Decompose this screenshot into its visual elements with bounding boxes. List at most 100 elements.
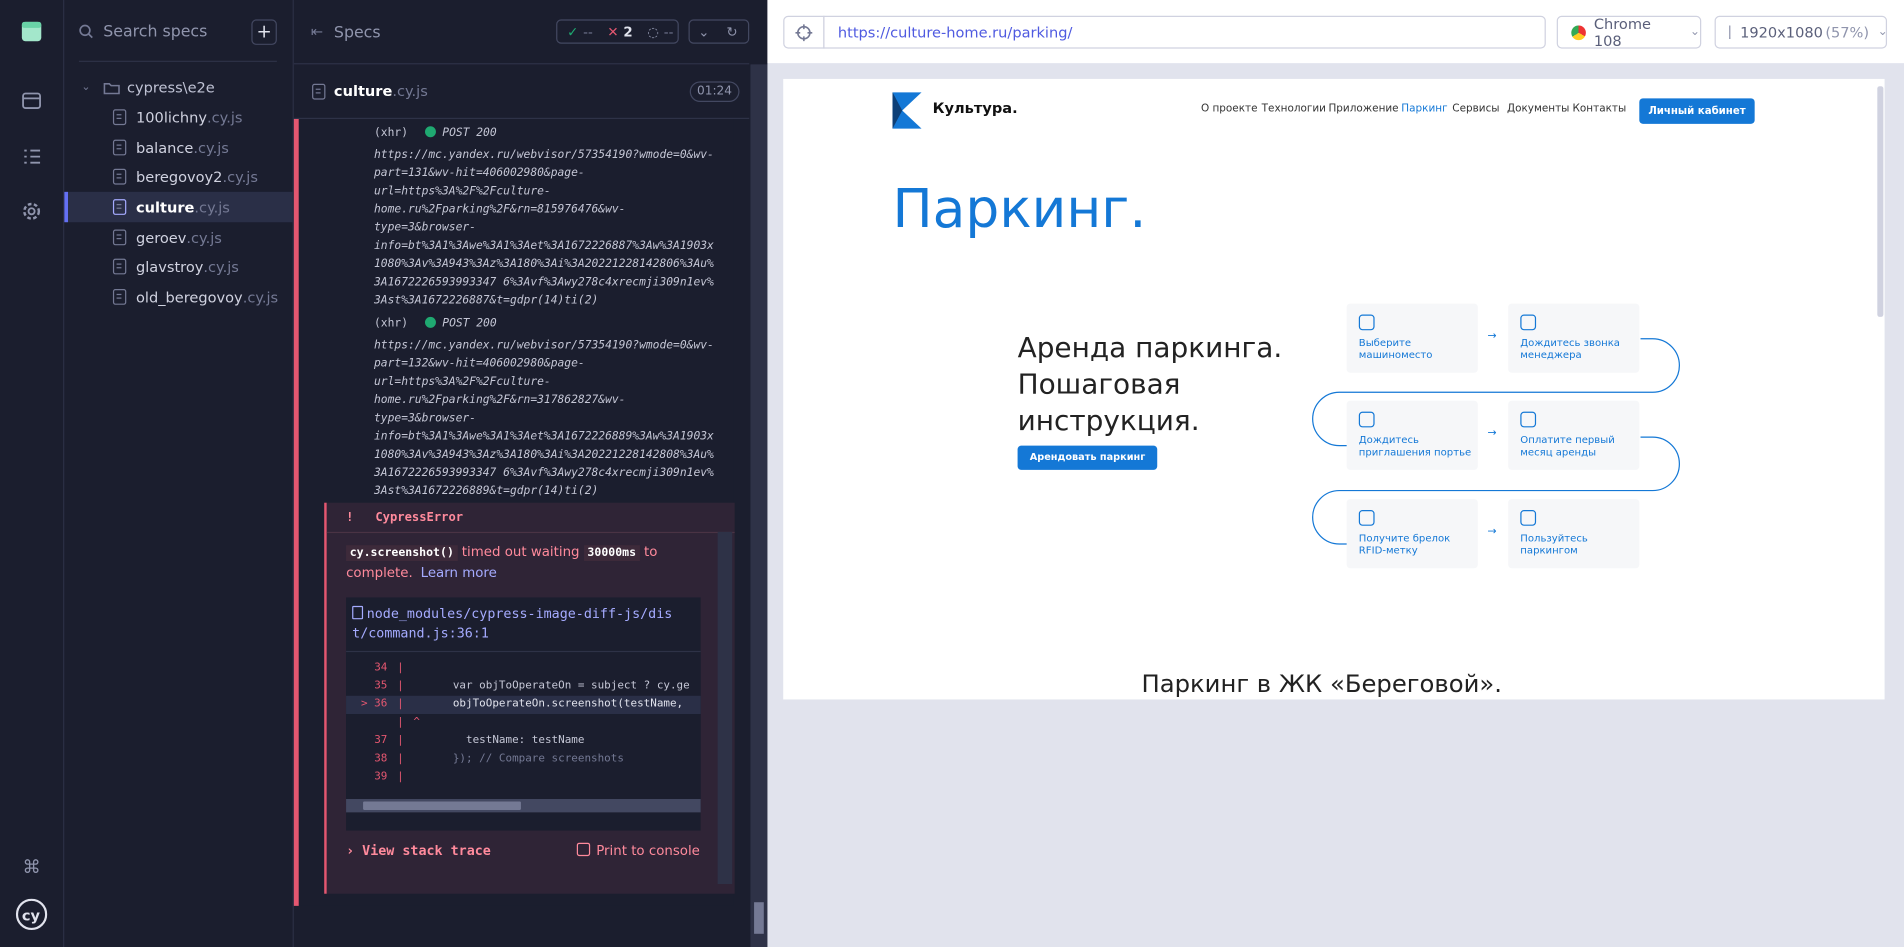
- folder-icon: [103, 82, 120, 94]
- rent-parking-button[interactable]: Арендовать паркинг: [1017, 445, 1158, 486]
- spec-item[interactable]: glavstroy .cy.js: [64, 251, 292, 281]
- spec-item[interactable]: geroev .cy.js: [64, 222, 292, 252]
- kultura-logo-icon: [892, 92, 922, 129]
- file-icon: [112, 139, 127, 156]
- rfid-icon: [1358, 510, 1375, 526]
- browser-selector[interactable]: Chrome 108 ⌄: [1556, 15, 1702, 49]
- chevron-down-icon: ⌄: [1689, 25, 1701, 39]
- step-card: Дождитесь звонка менеджера: [1508, 303, 1640, 373]
- xhr-entry[interactable]: (xhr) POST 200: [374, 316, 497, 330]
- keyboard-shortcuts-icon[interactable]: ⌘: [16, 851, 48, 883]
- restart-icon[interactable]: ↻: [726, 24, 737, 40]
- bell-icon: [1358, 411, 1375, 428]
- error-message: cy.screenshot() timed out waiting 30000m…: [346, 544, 658, 581]
- code-frame: node_modules/cypress-image-diff-js/dis t/…: [346, 597, 701, 831]
- menu-link[interactable]: Сервисы: [1452, 103, 1499, 115]
- search-icon: [79, 24, 93, 39]
- site-logo-text: Культура.: [932, 99, 1018, 117]
- folder-label: cypress\e2e: [126, 78, 215, 96]
- spec-item[interactable]: old_beregovoy .cy.js: [64, 282, 292, 312]
- status-dot-icon: [424, 126, 436, 138]
- step-card: Дождитесь приглашения портье: [1346, 400, 1478, 470]
- running-spec-name: culture.cy.js: [333, 82, 428, 100]
- menu-link[interactable]: О проекте: [1201, 103, 1258, 115]
- search-input[interactable]: Search specs: [103, 22, 207, 40]
- wallet-icon: [1520, 411, 1537, 428]
- file-icon: [112, 168, 127, 185]
- aut-scrollbar[interactable]: [1877, 86, 1884, 317]
- spec-item[interactable]: 100lichny .cy.js: [64, 102, 292, 132]
- svg-text:cy: cy: [22, 907, 41, 924]
- file-icon: [112, 289, 127, 305]
- reporter-panel: ⇤ Specs ✓ -- ✕ 2 ◌ -- ⌄ ↻ culture.cy.js …: [293, 0, 768, 947]
- terminal-icon: [576, 842, 591, 857]
- divider: [78, 60, 277, 62]
- print-to-console-button[interactable]: Print to console: [576, 842, 700, 859]
- menu-link[interactable]: Приложение: [1328, 103, 1398, 115]
- xhr-entry[interactable]: (xhr) POST 200: [374, 126, 497, 140]
- error-panel: ! CypressError cy.screenshot() timed out…: [324, 502, 735, 894]
- menu-link[interactable]: Документы: [1507, 103, 1569, 115]
- file-icon: [112, 258, 127, 275]
- specs-nav-icon[interactable]: [16, 85, 48, 117]
- reporter-title: Specs: [333, 24, 381, 43]
- x-icon: ✕: [607, 23, 619, 40]
- horizontal-scrollbar[interactable]: [346, 799, 701, 813]
- folder-row[interactable]: ⌄ cypress\e2e: [81, 75, 214, 99]
- url-bar[interactable]: https://culture-home.ru/parking/: [823, 15, 1546, 49]
- selector-playground-button[interactable]: [783, 15, 825, 49]
- file-icon: [112, 199, 127, 215]
- code-file-link[interactable]: node_modules/cypress-image-diff-js/dis t/…: [352, 605, 694, 644]
- settings-gear-icon[interactable]: [16, 196, 48, 228]
- cypress-logo-icon[interactable]: cy: [15, 898, 48, 931]
- chevron-down-icon: ⌄: [1877, 25, 1888, 39]
- xhr-url: https://mc.yandex.ru/webvisor/57354190?w…: [374, 148, 714, 308]
- status-dot-icon: [424, 316, 436, 328]
- chrome-icon: [1571, 24, 1586, 40]
- menu-link[interactable]: Технологии: [1262, 103, 1326, 115]
- url-text: https://culture-home.ru/parking/: [837, 23, 1073, 41]
- spec-search[interactable]: Search specs: [79, 17, 277, 46]
- step-card: Оплатите первый месяц аренды: [1508, 400, 1640, 470]
- view-stack-trace-button[interactable]: › View stack trace: [346, 843, 491, 859]
- menu-link[interactable]: Контакты: [1573, 103, 1627, 115]
- file-icon: [312, 83, 326, 100]
- spec-item[interactable]: beregovoy2 .cy.js: [64, 162, 292, 192]
- parking-spot-icon: [1358, 314, 1375, 331]
- spec-item[interactable]: balance .cy.js: [64, 132, 292, 162]
- stats-pill: ✓ -- ✕ 2 ◌ --: [556, 19, 679, 44]
- menu-link-active[interactable]: Паркинг: [1401, 103, 1447, 115]
- file-icon: [112, 109, 127, 126]
- chevron-down-icon: ⌄: [81, 81, 91, 94]
- reporter-header: ⇤ Specs ✓ -- ✕ 2 ◌ -- ⌄ ↻: [293, 0, 750, 65]
- learn-more-link[interactable]: Learn more: [421, 565, 497, 581]
- file-icon: [112, 229, 127, 246]
- section-heading: Паркинг в ЖК «Береговой».: [1141, 669, 1502, 699]
- new-spec-button[interactable]: +: [251, 19, 277, 45]
- viewport-selector[interactable]: 1920x1080 (57%) ⌄: [1714, 15, 1888, 49]
- app-under-test: https://culture-home.ru/parking/ Chrome …: [767, 0, 1904, 947]
- arrow-right-icon: →: [1487, 427, 1497, 440]
- cabinet-button[interactable]: Личный кабинет: [1639, 98, 1755, 124]
- spec-item-active[interactable]: culture .cy.js: [64, 191, 293, 223]
- passed-count: --: [583, 23, 593, 40]
- step-card: Получите брелок RFID-метку: [1346, 499, 1478, 569]
- step-card: Пользуйтесь паркингом: [1508, 499, 1640, 569]
- duration-badge: 01:24: [689, 81, 740, 103]
- pending-icon: ◌: [647, 23, 659, 40]
- chevron-down-icon[interactable]: ⌄: [698, 24, 709, 40]
- arrow-right-icon: [1034, 474, 1046, 486]
- controls-pill: ⌄ ↻: [688, 19, 750, 44]
- runs-nav-icon[interactable]: [16, 141, 48, 173]
- step-card: Выберите машиноместо: [1346, 303, 1478, 373]
- cypress-app-icon[interactable]: [16, 16, 48, 48]
- xhr-url: https://mc.yandex.ru/webvisor/57354190?w…: [374, 338, 714, 498]
- check-icon: ✓: [567, 23, 579, 40]
- collapse-specs-icon[interactable]: ⇤: [311, 23, 323, 40]
- parking-sign-icon: [1520, 510, 1537, 526]
- aut-iframe[interactable]: Культура. О проекте Технологии Приложени…: [783, 78, 1885, 700]
- error-scrollbar[interactable]: [717, 531, 733, 885]
- arrow-right-icon: →: [1487, 330, 1497, 343]
- reporter-scrollbar[interactable]: [750, 64, 768, 947]
- failed-test-indicator: [293, 119, 299, 906]
